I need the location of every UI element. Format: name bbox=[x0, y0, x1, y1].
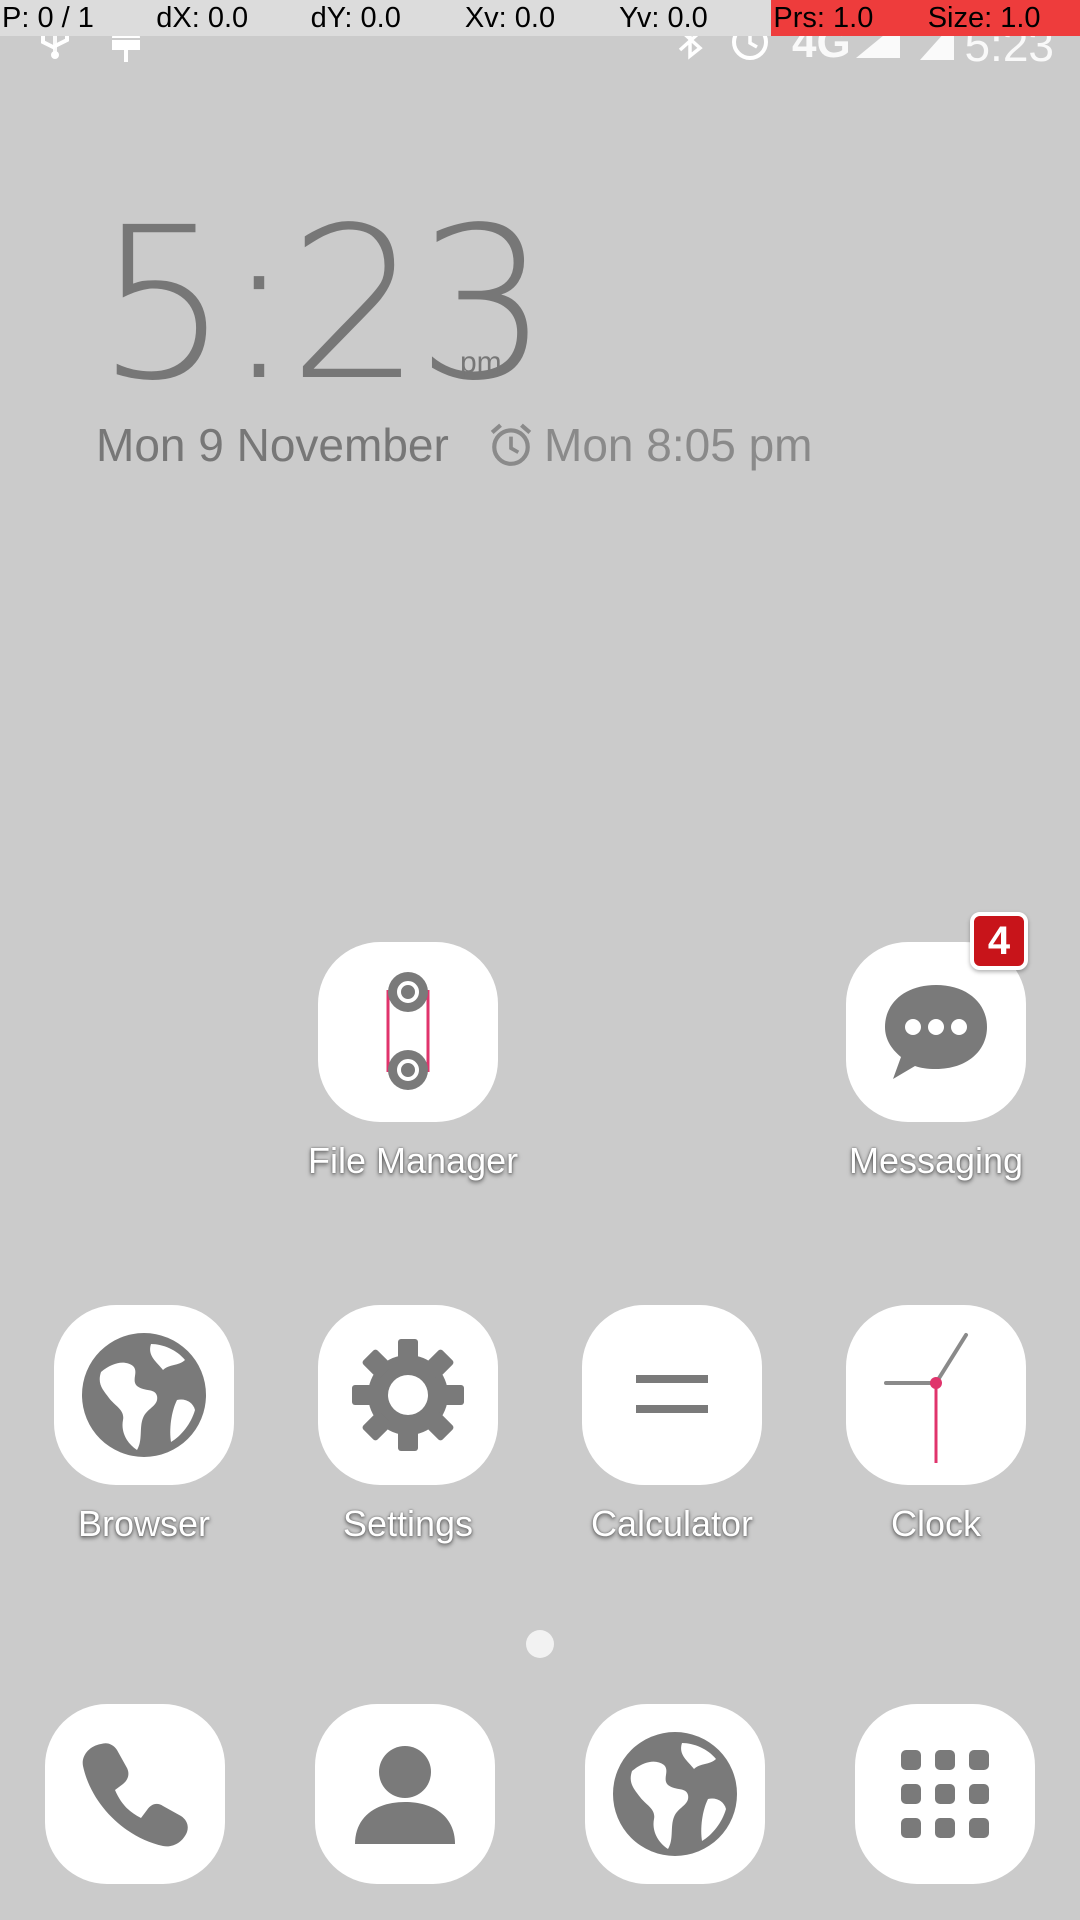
phone-icon bbox=[82, 1743, 188, 1847]
pointer-location-bar: P: 0 / 1 dX: 0.0 dY: 0.0 Xv: 0.0 Yv: 0.0… bbox=[0, 0, 1080, 36]
dock-tile[interactable] bbox=[585, 1704, 765, 1884]
debug-dy: dY: 0.0 bbox=[308, 0, 463, 36]
app-drawer-icon bbox=[901, 1750, 989, 1838]
app-tile[interactable] bbox=[582, 1305, 762, 1485]
app-file-manager[interactable]: File Manager bbox=[308, 942, 519, 1182]
dock-phone[interactable] bbox=[45, 1704, 225, 1884]
globe-icon bbox=[613, 1732, 737, 1856]
app-label: Clock bbox=[890, 1503, 982, 1544]
app-tile[interactable] bbox=[54, 1305, 234, 1485]
contact-icon bbox=[355, 1746, 455, 1844]
app-calculator[interactable]: Calculator bbox=[572, 1305, 772, 1545]
app-tile[interactable] bbox=[846, 1305, 1026, 1485]
alarm-icon bbox=[490, 423, 532, 466]
clock-date: Mon 9 November bbox=[96, 419, 449, 471]
equals-icon bbox=[636, 1375, 708, 1413]
debug-pointer-count: P: 0 / 1 bbox=[0, 0, 155, 36]
next-alarm-text: Mon 8:05 pm bbox=[544, 419, 813, 471]
dock-browser[interactable] bbox=[585, 1704, 765, 1884]
page-indicator[interactable] bbox=[526, 1630, 554, 1658]
debug-size: Size: 1.0 bbox=[925, 0, 1080, 36]
debug-dx: dX: 0.0 bbox=[154, 0, 309, 36]
file-manager-icon bbox=[386, 972, 430, 1090]
debug-yv: Yv: 0.0 bbox=[617, 0, 772, 36]
app-messaging[interactable]: 4 Messaging bbox=[836, 912, 1036, 1182]
app-label: Settings bbox=[342, 1503, 474, 1544]
dock-tile[interactable] bbox=[45, 1704, 225, 1884]
app-settings[interactable]: Settings bbox=[308, 1305, 508, 1545]
dock-app-drawer[interactable] bbox=[855, 1704, 1035, 1884]
debug-xv: Xv: 0.0 bbox=[462, 0, 618, 36]
gear-icon bbox=[352, 1339, 464, 1451]
debug-pressure: Prs: 1.0 bbox=[771, 0, 926, 36]
clock-icon bbox=[884, 1333, 968, 1463]
app-browser[interactable]: Browser bbox=[44, 1305, 244, 1545]
app-tile[interactable] bbox=[318, 1305, 498, 1485]
next-alarm[interactable]: Mon 8:05 pm bbox=[488, 418, 812, 472]
dock-contacts[interactable] bbox=[315, 1704, 495, 1884]
app-label: Browser bbox=[77, 1503, 211, 1544]
message-bubble-icon bbox=[885, 985, 987, 1079]
app-tile[interactable]: 4 bbox=[846, 912, 1028, 1122]
globe-icon bbox=[82, 1333, 206, 1457]
clock-widget[interactable]: 5:23 pm Mon 9 November Mon 8:05 pm bbox=[96, 200, 956, 490]
app-clock[interactable]: Clock bbox=[836, 1305, 1036, 1545]
app-tile[interactable] bbox=[318, 942, 498, 1122]
app-label: Messaging bbox=[848, 1140, 1024, 1181]
app-label: Calculator bbox=[590, 1503, 754, 1544]
app-label: File Manager bbox=[308, 1140, 519, 1181]
dock-tile[interactable] bbox=[855, 1704, 1035, 1884]
dock-tile[interactable] bbox=[315, 1704, 495, 1884]
unread-badge: 4 bbox=[970, 912, 1028, 970]
clock-ampm: pm bbox=[460, 346, 502, 379]
